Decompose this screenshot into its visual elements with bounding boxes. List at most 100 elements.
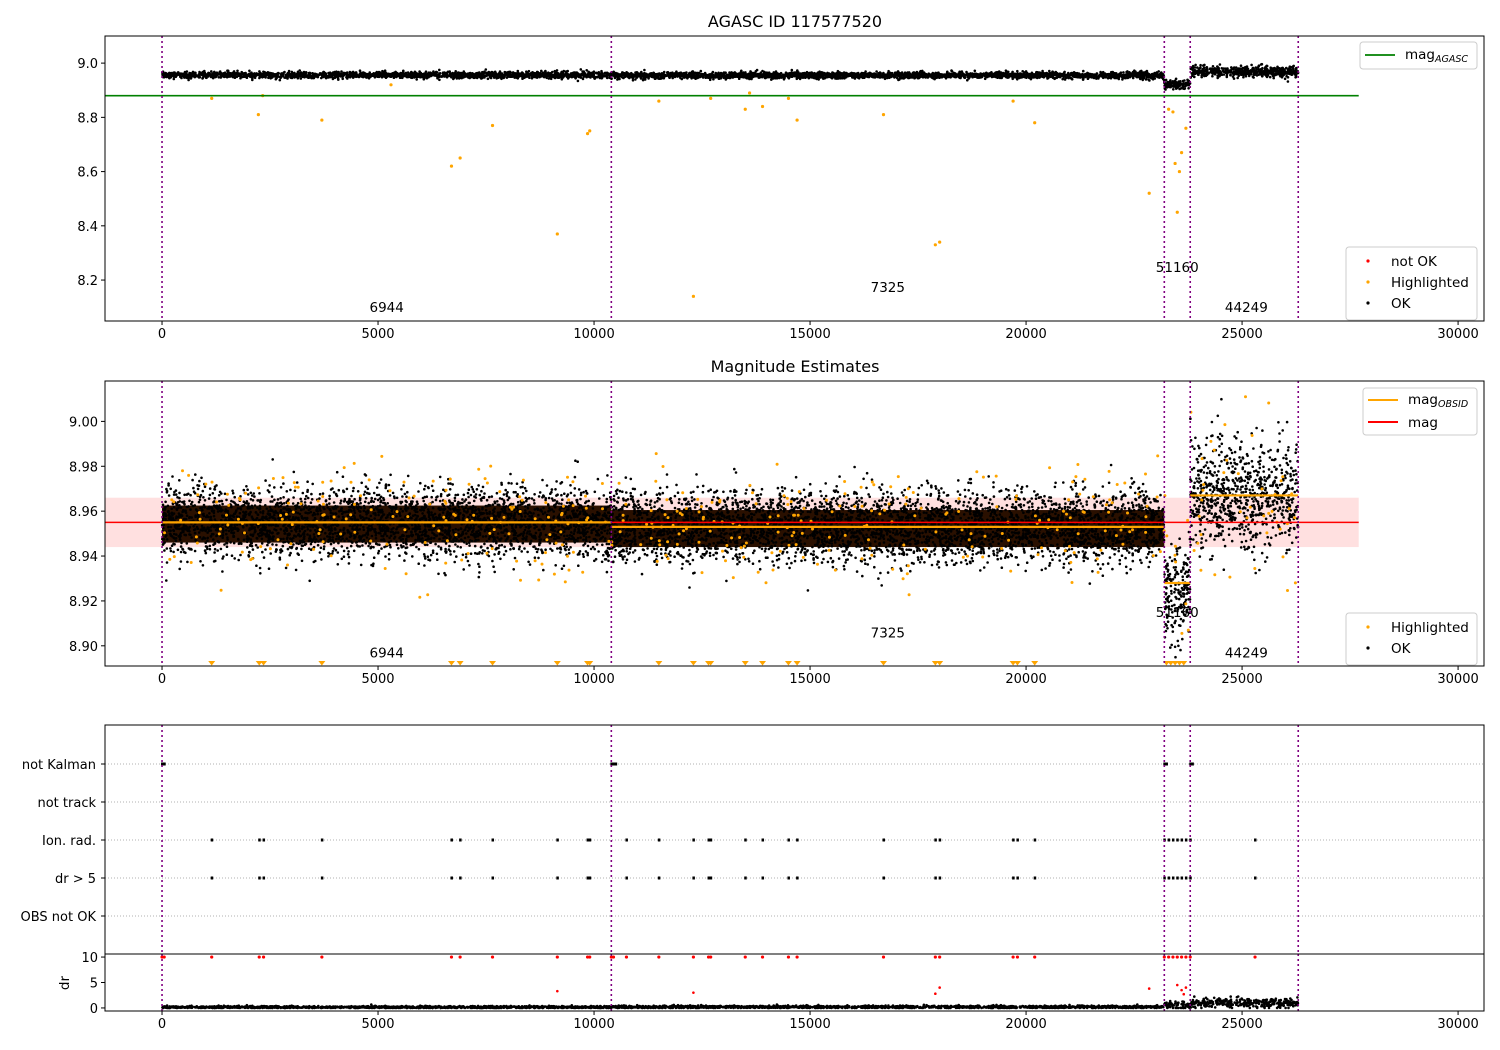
ok-point [1124,73,1128,76]
ok-point [919,69,922,73]
ok-point [236,69,239,73]
ok-point [258,76,261,80]
ok-point [627,72,630,75]
ok-point [1029,75,1032,78]
ok-point [873,72,876,76]
ok-point [946,70,949,74]
ok-point [755,68,759,72]
ok-point [896,70,900,73]
ok-point [432,70,435,73]
ok-point [178,72,182,76]
ok-point [1129,75,1132,78]
ok-point [1115,75,1119,79]
ok-point [689,75,693,79]
ok-point [830,74,833,78]
ok-point [1067,76,1070,80]
ok-point [536,73,539,77]
ok-point [897,74,900,78]
ok-point [549,74,552,77]
ok-point [840,73,844,76]
ok-point [1172,88,1175,91]
ok-point [1043,73,1046,77]
ok-point [184,75,188,78]
ok-point [372,74,376,77]
ok-point [963,73,967,77]
ok-point [620,72,623,76]
ok-point [424,70,428,73]
ok-point [401,73,404,77]
ok-point [918,76,921,79]
ok-point [804,76,807,79]
ok-point [1124,76,1127,80]
ok-point [324,72,328,76]
ok-point [549,77,553,81]
ok-point [598,75,601,78]
ok-point [445,74,449,78]
ok-point [1141,77,1144,80]
ok-point [534,75,537,79]
ok-point [225,75,229,78]
ok-point [1010,75,1014,78]
ok-point [266,72,269,75]
ok-point [988,71,992,75]
ok-point [681,74,684,78]
ok-point [257,72,261,76]
ok-point [441,72,445,75]
ok-point [966,78,969,82]
ok-point [725,77,728,80]
ok-point [1054,72,1057,76]
ok-point [659,76,663,79]
ok-point [251,78,254,82]
ok-point [772,75,775,78]
ok-point [1072,75,1075,78]
ok-point [973,69,977,73]
ok-point [930,75,933,79]
ok-point [1178,87,1181,91]
ok-point [449,75,453,78]
ok-point [1022,73,1026,77]
ok-point [422,77,426,81]
ok-point [790,68,794,72]
ok-point [269,74,273,77]
ok-point [433,73,436,77]
ok-point [345,73,348,76]
ok-point [1110,75,1114,78]
ok-point [823,72,827,76]
ok-point [521,75,524,78]
ok-point [553,69,557,73]
ok-point [899,72,902,75]
ok-point [351,76,355,79]
ok-point [1187,83,1190,87]
ok-point [982,72,986,75]
ok-point [247,74,251,77]
ok-point [1006,76,1009,79]
ok-point [826,71,829,75]
ok-point [1134,72,1138,76]
ok-point [301,72,304,76]
ok-point [1175,84,1179,88]
ok-point [516,69,520,73]
ok-point [381,74,384,78]
ok-point [1172,81,1175,84]
ok-point [1199,63,1202,67]
ok-point [815,74,818,78]
ok-point [662,70,666,74]
ok-point [197,73,201,76]
ok-point [520,72,523,75]
ok-point [913,76,916,80]
ok-point [410,71,414,75]
ok-point [1004,69,1008,72]
ok-point [547,77,551,80]
ok-point [569,73,572,77]
ok-point [946,73,950,76]
ok-point [780,75,784,79]
ok-point [937,74,940,77]
ok-point [274,73,278,76]
ok-point [1023,71,1026,74]
ok-point [1081,78,1085,81]
ok-point [592,74,595,78]
ok-point [349,75,352,79]
ok-point [397,74,400,77]
ok-point [1081,73,1084,76]
ok-point [508,70,512,74]
